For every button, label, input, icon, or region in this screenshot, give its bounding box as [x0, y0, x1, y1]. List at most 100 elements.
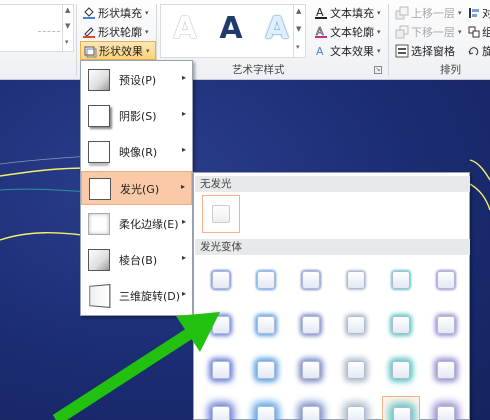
shape-effects-menu: 预设(P) ▸ 阴影(S) ▸ 映像(R) ▸ 发光(G) ▸ 柔化边缘(E) …: [80, 60, 193, 316]
shape-fill-button[interactable]: 形状填充 ▾: [80, 3, 156, 22]
glow-swatch: [302, 271, 320, 289]
arrow-shaft: [52, 322, 202, 420]
rotate-button[interactable]: 旋: [466, 41, 490, 60]
glow-variant-option[interactable]: [382, 261, 420, 299]
gallery-more-icon[interactable]: ▾: [296, 43, 300, 51]
glow-swatch: [392, 316, 410, 334]
group-label: 组: [482, 25, 490, 39]
glow-swatch: [437, 361, 455, 379]
wordart-gallery-scroll[interactable]: ▲ ▼ ▾: [293, 5, 305, 57]
wordart-style-glow[interactable]: A: [257, 11, 297, 47]
grey-curve: [0, 155, 91, 165]
wordart-styles-group-label: 艺术字样式: [232, 64, 285, 76]
glow-variant-option[interactable]: [427, 351, 465, 389]
chevron-down-icon: ▾: [458, 27, 462, 36]
glow-variant-option[interactable]: [247, 261, 285, 299]
glow-variant-option[interactable]: [382, 351, 420, 389]
glow-swatch: [347, 406, 365, 420]
scroll-up-icon[interactable]: ▲: [296, 7, 301, 15]
chevron-right-icon: ▸: [181, 289, 186, 298]
send-backward-icon: [395, 25, 409, 39]
text-outline-button[interactable]: A 文本轮廓 ▾: [312, 22, 386, 41]
text-effects-button[interactable]: A 文本效果 ▾: [312, 41, 386, 60]
menu-item-reflection[interactable]: 映像(R) ▸: [81, 135, 192, 169]
glow-variant-option[interactable]: [427, 396, 465, 420]
preset-icon: [88, 69, 110, 91]
align-button[interactable]: 对: [466, 3, 490, 22]
green-pointer-arrow: [52, 312, 220, 420]
glow-swatch: [302, 316, 320, 334]
glow-variant-option[interactable]: [337, 261, 375, 299]
chevron-right-icon: ▸: [181, 217, 186, 226]
text-effects-icon: A: [314, 44, 328, 58]
chevron-down-icon: ▾: [377, 46, 381, 55]
menu-item-soft-edges[interactable]: 柔化边缘(E) ▸: [81, 207, 192, 241]
shape-outline-label: 形状轮廓: [98, 25, 142, 39]
text-fill-button[interactable]: A 文本填充 ▾: [312, 3, 386, 22]
shape-style-preview[interactable]: [38, 31, 60, 32]
glow-swatch: [257, 361, 275, 379]
glow-swatch: [257, 406, 275, 420]
menu-item-label: 棱台(B): [119, 254, 158, 267]
chevron-right-icon: ▸: [181, 73, 186, 82]
group-button[interactable]: 组: [466, 22, 490, 41]
glow-swatch: [257, 316, 275, 334]
no-glow-swatch: [212, 205, 230, 223]
glow-variant-option[interactable]: [337, 396, 375, 420]
menu-item-bevel[interactable]: 棱台(B) ▸: [81, 243, 192, 277]
menu-item-label: 发光(G): [120, 183, 160, 196]
reflection-icon: [88, 141, 110, 163]
glow-variant-option[interactable]: [247, 396, 285, 420]
shape-format-commands: 形状填充 ▾ 形状轮廓 ▾ 形状效果 ▾: [80, 3, 156, 60]
chevron-down-icon: ▾: [377, 8, 381, 17]
menu-item-label: 映像(R): [119, 146, 158, 159]
selection-pane-icon: [395, 44, 409, 58]
chevron-down-icon: ▾: [458, 8, 462, 17]
glow-variant-option[interactable]: [292, 396, 330, 420]
text-effects-label: 文本效果: [330, 44, 374, 58]
glow-variant-option[interactable]: [427, 261, 465, 299]
menu-item-shadow[interactable]: 阴影(S) ▸: [81, 99, 192, 133]
glow-variant-option[interactable]: [292, 261, 330, 299]
ribbon-separator: [76, 4, 77, 76]
wordart-style-dark[interactable]: A: [211, 11, 251, 47]
bevel-icon: [88, 249, 110, 271]
glow-variant-option[interactable]: [382, 306, 420, 344]
chevron-down-icon: ▾: [145, 27, 149, 36]
shape-style-gallery-scroll[interactable]: ▲ ▼ ▾: [62, 4, 74, 52]
text-outline-icon: A: [314, 25, 328, 39]
align-icon: [468, 6, 480, 20]
glow-swatch: [347, 316, 365, 334]
rotate-icon: [468, 44, 480, 58]
text-format-commands: A 文本填充 ▾ A 文本轮廓 ▾ A 文本效果 ▾: [312, 3, 386, 60]
bring-forward-icon: [395, 6, 409, 20]
scroll-down-icon[interactable]: ▼: [296, 25, 301, 33]
scroll-down-icon[interactable]: ▼: [65, 22, 70, 30]
gallery-more-icon[interactable]: ▾: [65, 38, 69, 46]
shape-outline-button[interactable]: 形状轮廓 ▾: [80, 22, 156, 41]
menu-item-preset[interactable]: 预设(P) ▸: [81, 63, 192, 97]
glow-swatch: [212, 271, 230, 289]
glow-variant-option[interactable]: [382, 396, 420, 420]
menu-item-glow[interactable]: 发光(G) ▸: [81, 171, 192, 205]
chevron-down-icon: ▾: [145, 8, 149, 17]
selection-pane-label: 选择窗格: [411, 44, 455, 58]
glow-variant-option[interactable]: [292, 306, 330, 344]
paint-bucket-icon: [82, 6, 96, 20]
glow-variant-option[interactable]: [292, 351, 330, 389]
glow-variant-option[interactable]: [247, 306, 285, 344]
glow-swatch: [392, 271, 410, 289]
glow-variant-option[interactable]: [337, 351, 375, 389]
scroll-up-icon[interactable]: ▲: [65, 6, 70, 14]
glow-variant-option[interactable]: [202, 261, 240, 299]
glow-variant-option[interactable]: [247, 351, 285, 389]
shape-effects-button[interactable]: 形状效果 ▾: [80, 41, 156, 60]
dialog-launcher-icon[interactable]: ↘: [374, 66, 382, 74]
wordart-style-white[interactable]: A: [165, 11, 205, 47]
wordart-style-gallery[interactable]: A A A ▲ ▼ ▾: [160, 4, 306, 58]
menu-item-label: 柔化边缘(E): [119, 218, 179, 231]
yellow-curve-right: [469, 159, 490, 181]
glow-variant-option[interactable]: [427, 306, 465, 344]
glow-variant-option[interactable]: [337, 306, 375, 344]
no-glow-option[interactable]: [202, 195, 240, 233]
